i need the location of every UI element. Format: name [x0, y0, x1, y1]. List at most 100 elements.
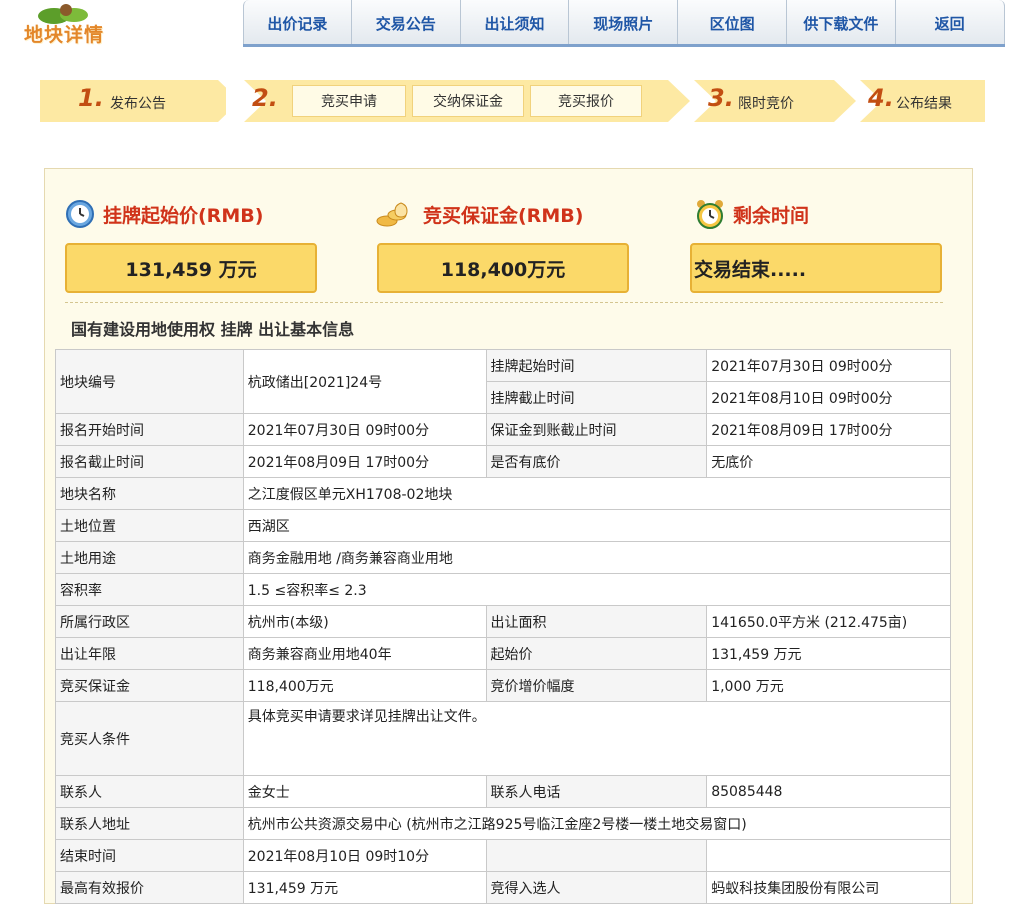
table-row: 地块编号 杭政储出[2021]24号 挂牌起始时间 2021年07月30日 09… — [55, 349, 951, 414]
table-row: 联系人 金女士 联系人电话 85085448 — [55, 775, 951, 808]
deposit-label: 竞买保证金(RMB) — [423, 204, 584, 227]
section-title: 国有建设用地使用权 挂牌 出让基本信息 — [71, 320, 355, 339]
cell-label: 报名开始时间 — [55, 413, 244, 446]
cell-value: 1.5 ≤容积率≤ 2.3 — [242, 573, 952, 606]
nav-site-photos[interactable]: 现场照片 — [569, 0, 679, 46]
nav-transfer-notice[interactable]: 出让须知 — [460, 0, 570, 46]
cell-label: 土地位置 — [55, 509, 244, 542]
remaining-label: 剩余时间 — [733, 204, 810, 227]
detail-panel: 挂牌起始价(RMB) 竞买保证金(RMB) 剩余时间 131,459 万元 11… — [44, 168, 973, 904]
start-price-label: 挂牌起始价(RMB) — [103, 204, 264, 227]
cell-label: 地块名称 — [55, 477, 244, 510]
cell-value: 2021年08月09日 17时00分 — [242, 445, 487, 478]
table-row: 地块名称 之江度假区单元XH1708-02地块 — [55, 477, 952, 510]
cell-label: 是否有底价 — [485, 445, 708, 478]
step-2-arrow — [668, 80, 690, 122]
cell-value: 蚂蚁科技集团股份有限公司 — [706, 871, 951, 904]
cell-value: 2021年08月10日 09时00分 — [706, 381, 951, 414]
cell-label: 出让面积 — [485, 605, 708, 638]
cell-label: 挂牌截止时间 — [485, 381, 708, 414]
cell-label: 联系人地址 — [55, 807, 244, 840]
cell-value: 2021年07月30日 09时00分 — [706, 349, 951, 382]
nav-trade-announcement[interactable]: 交易公告 — [351, 0, 461, 46]
cell-value: 商务兼容商业用地40年 — [242, 637, 487, 670]
clock-icon — [66, 200, 94, 228]
cell-label: 结束时间 — [55, 839, 244, 872]
table-row: 竞买保证金 118,400万元 竞价增价幅度 1,000 万元 — [55, 669, 951, 702]
cell-label: 出让年限 — [55, 637, 244, 670]
cell-value: 141650.0平方米 (212.475亩) — [706, 605, 951, 638]
cell-label: 土地用途 — [55, 541, 244, 574]
cell-label: 最高有效报价 — [55, 871, 244, 904]
cell-label: 竞买人条件 — [55, 701, 244, 776]
cell-value: 无底价 — [706, 445, 951, 478]
nav-underline — [243, 44, 1005, 47]
table-row: 报名截止时间 2021年08月09日 17时00分 是否有底价 无底价 — [55, 445, 951, 478]
nav-back[interactable]: 返回 — [895, 0, 1005, 46]
logo: 地块详情 — [10, 2, 170, 46]
cell-value: 具体竞买申请要求详见挂牌出让文件。 — [242, 701, 952, 776]
alarm-clock-icon — [697, 200, 723, 229]
cell-label: 保证金到账截止时间 — [485, 413, 708, 446]
cell-value: 2021年08月10日 09时10分 — [242, 839, 487, 872]
table-row: 最高有效报价 131,459 万元 竞得入选人 蚂蚁科技集团股份有限公司 — [55, 871, 951, 904]
cell-value: 之江度假区单元XH1708-02地块 — [242, 477, 952, 510]
deposit-heading: 竞买保证金(RMB) — [375, 199, 583, 229]
cell-value: 杭州市公共资源交易中心 (杭州市之江路925号临江金座2号楼一楼土地交易窗口) — [242, 807, 952, 840]
cell-empty — [485, 839, 708, 872]
cell-value: 85085448 — [706, 775, 951, 808]
step-4-number: 4. — [868, 84, 894, 112]
cell-label: 容积率 — [55, 573, 244, 606]
top-nav: 出价记录 交易公告 出让须知 现场照片 区位图 供下载文件 返回 — [243, 0, 1005, 46]
cell-value: 金女士 — [242, 775, 487, 808]
step-3-arrow — [834, 80, 856, 122]
process-steps: 1. 发布公告 2. 竞买申请 交纳保证金 竞买报价 3. 限时竞价 4. 公布… — [40, 80, 985, 122]
step-1-label: 发布公告 — [110, 96, 166, 112]
cell-value: 131,459 万元 — [242, 871, 487, 904]
cell-value: 西湖区 — [242, 509, 952, 542]
step-bid-apply-button[interactable]: 竞买申请 — [292, 85, 406, 117]
deposit-value: 118,400万元 — [377, 243, 629, 293]
top-bar: 地块详情 出价记录 交易公告 出让须知 现场照片 区位图 供下载文件 返回 — [0, 0, 1012, 48]
cell-label: 所属行政区 — [55, 605, 244, 638]
cell-empty — [706, 839, 951, 872]
cell-value: 杭政储出[2021]24号 — [242, 349, 487, 414]
cell-label: 地块编号 — [55, 349, 244, 414]
nav-download-files[interactable]: 供下载文件 — [786, 0, 896, 46]
coins-icon — [376, 202, 408, 227]
table-row: 报名开始时间 2021年07月30日 09时00分 保证金到账截止时间 2021… — [55, 413, 951, 446]
cell-value: 131,459 万元 — [706, 637, 951, 670]
table-row: 土地用途 商务金融用地 /商务兼容商业用地 — [55, 541, 952, 574]
cell-label: 联系人电话 — [485, 775, 708, 808]
cell-label: 竞得入选人 — [485, 871, 708, 904]
nav-location-map[interactable]: 区位图 — [678, 0, 787, 46]
table-row: 出让年限 商务兼容商业用地40年 起始价 131,459 万元 — [55, 637, 951, 670]
step-bid-quote-button[interactable]: 竞买报价 — [530, 85, 642, 117]
nav-bid-records[interactable]: 出价记录 — [243, 0, 352, 46]
step-3-number: 3. — [708, 84, 734, 112]
remaining-heading: 剩余时间 — [695, 199, 809, 229]
cell-value: 商务金融用地 /商务兼容商业用地 — [242, 541, 952, 574]
cell-value: 2021年07月30日 09时00分 — [242, 413, 487, 446]
cell-value: 2021年08月09日 17时00分 — [706, 413, 951, 446]
cell-value: 1,000 万元 — [706, 669, 951, 702]
cell-label: 起始价 — [485, 637, 708, 670]
cell-value: 杭州市(本级) — [242, 605, 487, 638]
cell-label: 竞买保证金 — [55, 669, 244, 702]
land-info-table: 地块编号 杭政储出[2021]24号 挂牌起始时间 2021年07月30日 09… — [55, 349, 952, 904]
start-price-value: 131,459 万元 — [65, 243, 317, 293]
step-3-label: 限时竞价 — [738, 96, 794, 112]
cell-label: 报名截止时间 — [55, 445, 244, 478]
step-pay-deposit-button[interactable]: 交纳保证金 — [412, 85, 524, 117]
cell-label: 竞价增价幅度 — [485, 669, 708, 702]
cell-label: 联系人 — [55, 775, 244, 808]
table-row: 土地位置 西湖区 — [55, 509, 952, 542]
cell-value: 118,400万元 — [242, 669, 487, 702]
step-2-number: 2. — [252, 84, 278, 112]
table-row: 联系人地址 杭州市公共资源交易中心 (杭州市之江路925号临江金座2号楼一楼土地… — [55, 807, 952, 840]
logo-text: 地块详情 — [24, 24, 105, 46]
divider — [65, 302, 943, 303]
start-price-heading: 挂牌起始价(RMB) — [65, 199, 263, 229]
table-row: 竞买人条件 具体竞买申请要求详见挂牌出让文件。 — [55, 701, 952, 776]
table-row: 容积率 1.5 ≤容积率≤ 2.3 — [55, 573, 952, 606]
